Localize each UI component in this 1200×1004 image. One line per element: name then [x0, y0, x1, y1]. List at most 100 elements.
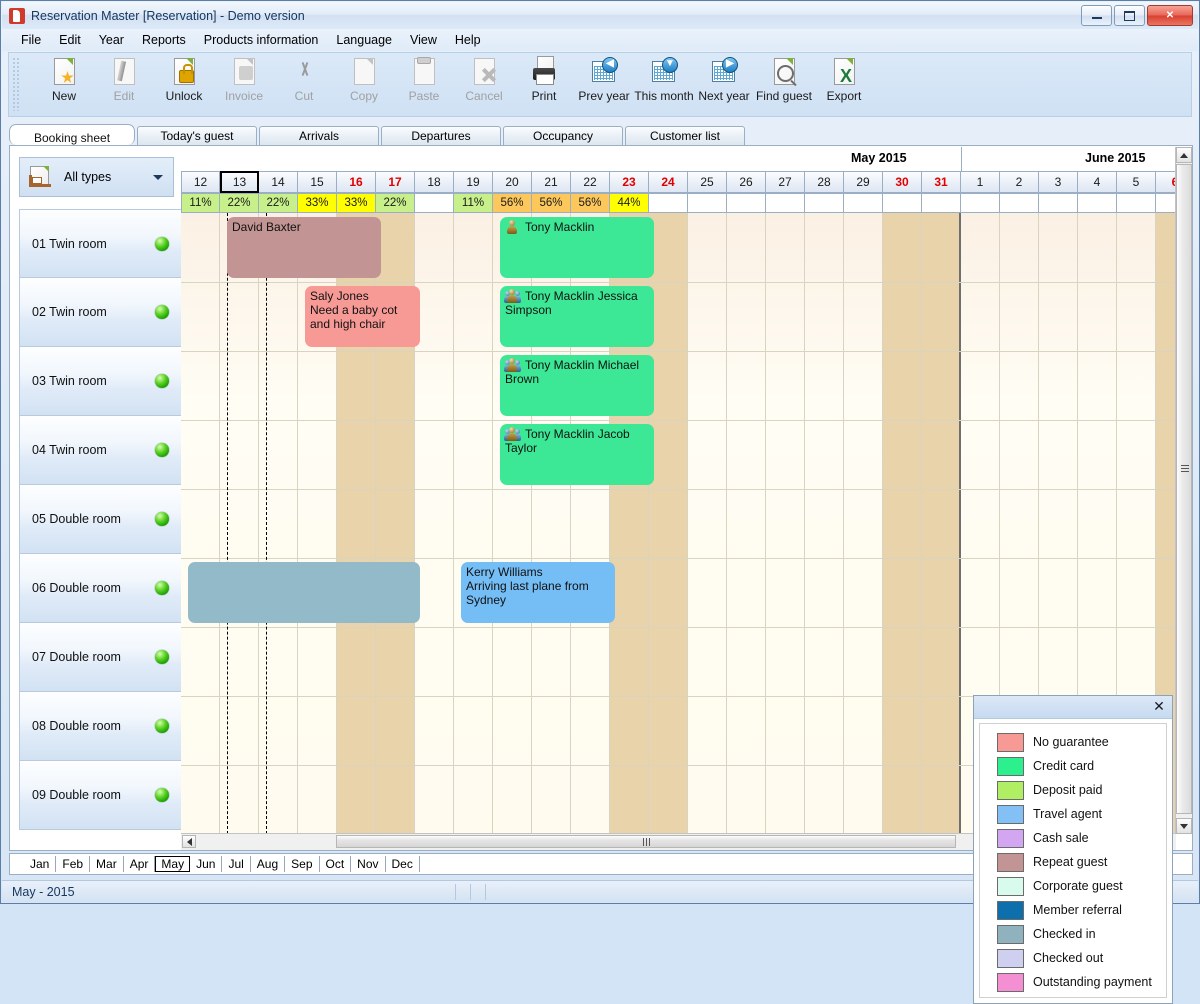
toolbar-button-edit[interactable]: Edit	[94, 53, 154, 103]
menu-item-products-information[interactable]: Products information	[195, 31, 328, 49]
room-row[interactable]: 01 Twin room	[19, 209, 182, 278]
tab-booking-sheet[interactable]: Booking sheet	[9, 124, 135, 145]
month-tab-jun[interactable]: Jun	[190, 856, 223, 872]
day-header-cell[interactable]: 27	[766, 171, 805, 193]
booking-block[interactable]: Tony Macklin	[500, 217, 654, 278]
day-header-cell[interactable]: 24	[649, 171, 688, 193]
menu-item-reports[interactable]: Reports	[133, 31, 195, 49]
minimize-button[interactable]	[1081, 5, 1112, 26]
menu-item-file[interactable]: File	[12, 31, 50, 49]
day-header-cell[interactable]: 14	[259, 171, 298, 193]
room-row[interactable]: 08 Double room	[19, 692, 182, 761]
day-header-cell[interactable]: 1	[961, 171, 1000, 193]
day-header-cell[interactable]: 25	[688, 171, 727, 193]
day-header-cell[interactable]: 2	[1000, 171, 1039, 193]
room-row[interactable]: 04 Twin room	[19, 416, 182, 485]
day-header-cell[interactable]: 5	[1117, 171, 1156, 193]
day-header-cell[interactable]: 28	[805, 171, 844, 193]
close-button[interactable]: ✕	[1147, 5, 1193, 26]
grid-room-row[interactable]	[181, 420, 1176, 490]
maximize-button[interactable]	[1114, 5, 1145, 26]
toolbar-button-cut[interactable]: Cut	[274, 53, 334, 103]
toolbar-button-find-guest[interactable]: Find guest	[754, 53, 814, 103]
scroll-down-button[interactable]	[1176, 818, 1192, 834]
room-row[interactable]: 07 Double room	[19, 623, 182, 692]
month-tab-jul[interactable]: Jul	[222, 856, 251, 872]
day-header-cell[interactable]: 23	[610, 171, 649, 193]
month-tab-aug[interactable]: Aug	[251, 856, 286, 872]
menu-item-language[interactable]: Language	[327, 31, 401, 49]
month-tab-mar[interactable]: Mar	[90, 856, 124, 872]
room-type-filter[interactable]: All types	[19, 157, 174, 197]
month-tab-dec[interactable]: Dec	[386, 856, 420, 872]
month-tab-nov[interactable]: Nov	[351, 856, 386, 872]
booking-block[interactable]: Tony Macklin Jessica Simpson	[500, 286, 654, 347]
tab-arrivals[interactable]: Arrivals	[259, 126, 379, 145]
tab-customer-list[interactable]: Customer list	[625, 126, 745, 145]
toolbar-button-next-year[interactable]: ▶ Next year	[694, 53, 754, 103]
month-tab-jan[interactable]: Jan	[24, 856, 57, 872]
day-header-cell[interactable]: 16	[337, 171, 376, 193]
toolbar-button-cancel[interactable]: Cancel	[454, 53, 514, 103]
room-row[interactable]: 09 Double room	[19, 761, 182, 830]
day-header-cell[interactable]: 18	[415, 171, 454, 193]
room-row[interactable]: 05 Double room	[19, 485, 182, 554]
day-header-cell[interactable]: 12	[181, 171, 220, 193]
tab-todays-guest[interactable]: Today's guest	[137, 126, 257, 145]
day-header-cell[interactable]: 20	[493, 171, 532, 193]
toolbar-button-prev-year[interactable]: ◀ Prev year	[574, 53, 634, 103]
booking-block[interactable]: David Baxter	[227, 217, 381, 278]
toolbar-button-unlock[interactable]: Unlock	[154, 53, 214, 103]
month-tab-sep[interactable]: Sep	[285, 856, 320, 872]
toolbar-grip[interactable]	[12, 57, 19, 111]
day-header-cell[interactable]: 21	[532, 171, 571, 193]
room-row[interactable]: 02 Twin room	[19, 278, 182, 347]
scroll-up-button[interactable]	[1176, 147, 1192, 163]
grid-room-row[interactable]	[181, 627, 1176, 697]
month-tab-oct[interactable]: Oct	[320, 856, 352, 872]
toolbar-button-print[interactable]: Print	[514, 53, 574, 103]
booking-block[interactable]: Saly Jones Need a baby cot and high chair	[305, 286, 420, 347]
menu-item-edit[interactable]: Edit	[50, 31, 90, 49]
day-header-cell[interactable]: 30	[883, 171, 922, 193]
booking-block[interactable]: Kerry Williams Arriving last plane from S…	[461, 562, 615, 623]
close-icon[interactable]: ✕	[1150, 698, 1168, 715]
day-header-cell[interactable]: 31	[922, 171, 961, 193]
booking-block[interactable]: Tony Macklin Michael Brown	[500, 355, 654, 416]
grid-room-row[interactable]	[181, 489, 1176, 559]
toolbar-button-new[interactable]: New	[34, 53, 94, 103]
day-header-cell[interactable]: 17	[376, 171, 415, 193]
day-header-cell[interactable]: 26	[727, 171, 766, 193]
day-header-cell[interactable]: 3	[1039, 171, 1078, 193]
day-header-cell[interactable]: 29	[844, 171, 883, 193]
toolbar-button-paste[interactable]: Paste	[394, 53, 454, 103]
grid-room-row[interactable]	[181, 351, 1176, 421]
booking-block[interactable]	[188, 562, 420, 623]
menu-item-help[interactable]: Help	[446, 31, 490, 49]
day-header-cell[interactable]: 22	[571, 171, 610, 193]
tab-departures[interactable]: Departures	[381, 126, 501, 145]
toolbar-button-invoice[interactable]: Invoice	[214, 53, 274, 103]
tab-occupancy[interactable]: Occupancy	[503, 126, 623, 145]
room-row[interactable]: 06 Double room	[19, 554, 182, 623]
month-tab-feb[interactable]: Feb	[56, 856, 91, 872]
toolbar-button-this-month[interactable]: ▼ This month	[634, 53, 694, 103]
day-header-cell[interactable]: 19	[454, 171, 493, 193]
room-row[interactable]: 03 Twin room	[19, 347, 182, 416]
toolbar-button-export[interactable]: X Export	[814, 53, 874, 103]
booking-block[interactable]: Tony Macklin Jacob Taylor	[500, 424, 654, 485]
vertical-scroll-thumb[interactable]	[1176, 164, 1192, 814]
menu-item-view[interactable]: View	[401, 31, 446, 49]
day-header-cell[interactable]: 6	[1156, 171, 1176, 193]
month-tab-may[interactable]: May	[155, 856, 191, 872]
toolbar-button-copy[interactable]: Copy	[334, 53, 394, 103]
menu-item-year[interactable]: Year	[90, 31, 133, 49]
day-header-cell[interactable]: 13	[220, 171, 259, 193]
horizontal-scroll-thumb[interactable]	[336, 835, 956, 848]
day-header-cell[interactable]: 4	[1078, 171, 1117, 193]
month-tab-apr[interactable]: Apr	[124, 856, 156, 872]
day-header-cell[interactable]: 15	[298, 171, 337, 193]
chevron-down-icon[interactable]	[153, 175, 163, 180]
scroll-left-button[interactable]	[182, 835, 196, 848]
vertical-scrollbar[interactable]	[1175, 147, 1192, 834]
